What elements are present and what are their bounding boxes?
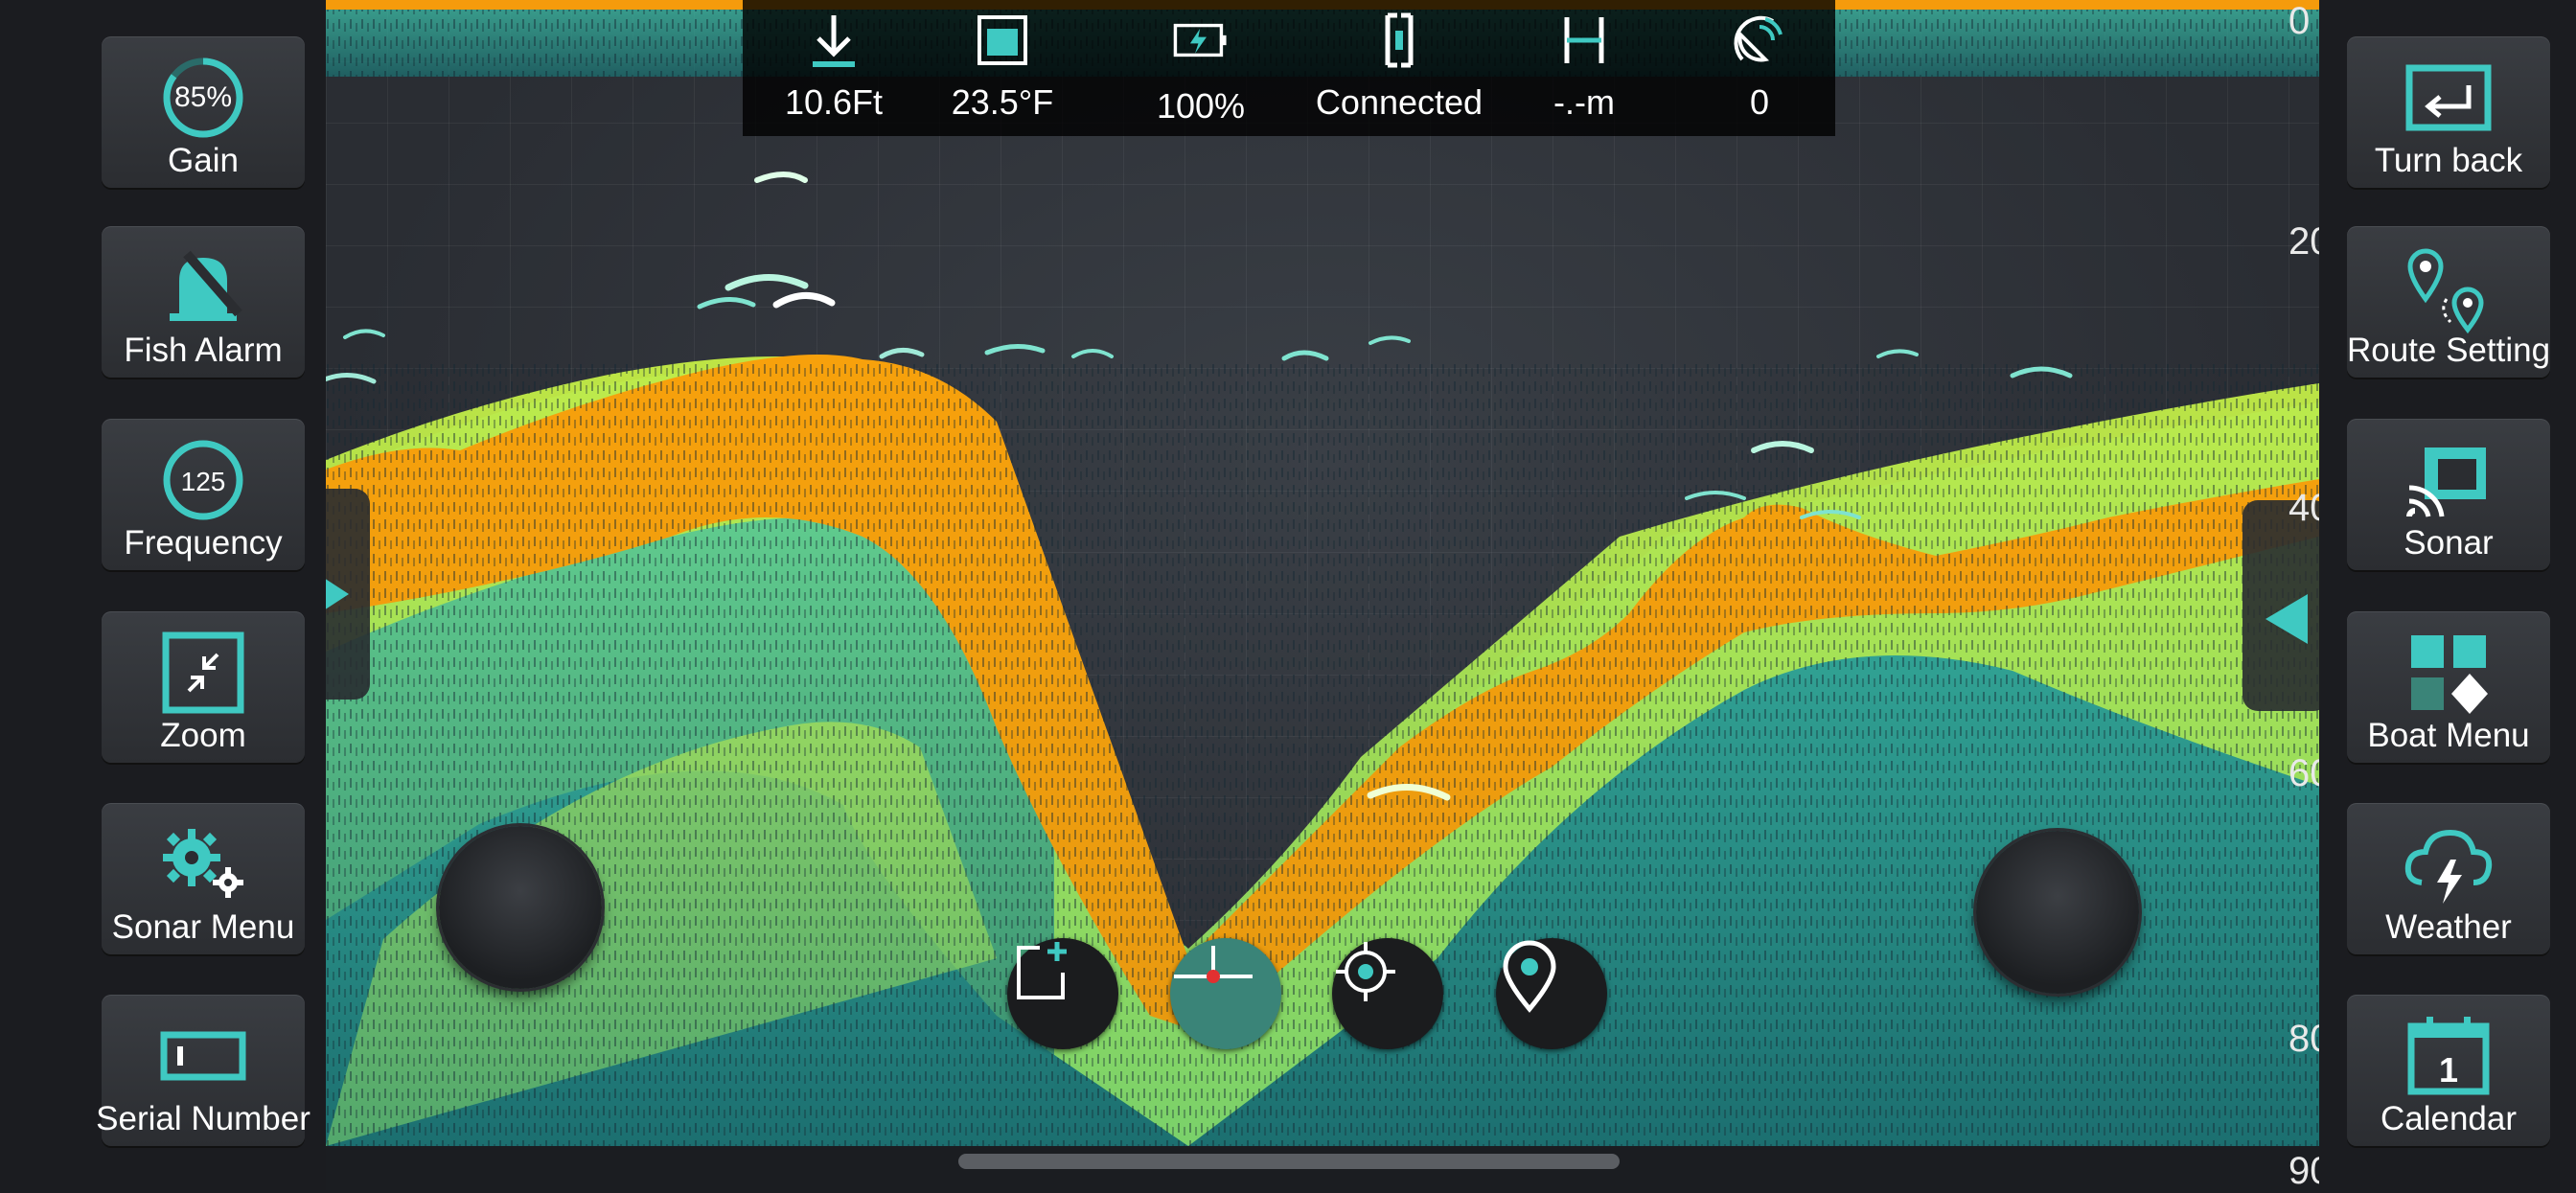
left-panel: 85% Gain Fish Alarm 125 Frequency Zoom S… (0, 0, 326, 1190)
height-status: -.-m (1493, 0, 1675, 136)
temperature-status: 23.5°F (911, 0, 1093, 136)
svg-text:85%: 85% (174, 81, 232, 113)
battery-value: 100% (1156, 86, 1246, 126)
serial-number-button[interactable]: Serial Number (96, 995, 310, 1146)
zoom-button[interactable]: Zoom (102, 611, 305, 763)
boat-menu-label: Boat Menu (2367, 717, 2530, 754)
home-indicator[interactable] (958, 1154, 1620, 1169)
weather-button[interactable]: Weather (2347, 803, 2550, 954)
crosshair-icon (1336, 942, 1395, 1001)
depth-arrow-icon (813, 15, 855, 67)
serial-number-label: Serial Number (96, 1100, 310, 1137)
map-pin-button[interactable] (1496, 938, 1607, 1049)
right-joystick[interactable] (1976, 831, 2139, 994)
connection-status: Connected (1308, 0, 1490, 136)
horizon-button[interactable] (1170, 938, 1281, 1049)
add-note-icon (1017, 942, 1067, 999)
sonar-button[interactable]: Sonar (2347, 419, 2550, 570)
svg-text:1: 1 (2439, 1050, 2458, 1090)
calendar-icon: 1 (2401, 1008, 2496, 1104)
height-icon (1564, 17, 1604, 63)
gain-button[interactable]: 85% Gain (102, 36, 305, 188)
battery-charging-icon (1173, 23, 1227, 57)
depth-scale-0: 0 (2288, 0, 2311, 42)
cast-sonar-icon (2401, 432, 2496, 528)
battery-status: 100% (1110, 0, 1292, 136)
height-value: -.-m (1553, 82, 1615, 122)
locate-button[interactable] (1332, 938, 1443, 1049)
map-pin-icon (1503, 940, 1556, 1013)
route-setting-label: Route Setting (2346, 332, 2551, 369)
boat-menu-button[interactable]: Boat Menu (2347, 611, 2550, 763)
depth-status: 10.6Ft (743, 0, 925, 136)
zoom-label: Zoom (160, 717, 246, 754)
sonar-display[interactable] (326, 0, 2319, 1146)
temperature-icon (978, 15, 1027, 65)
left-joystick[interactable] (439, 826, 602, 989)
gears-icon (155, 816, 251, 912)
calendar-button[interactable]: 1 Calendar (2347, 995, 2550, 1146)
sonar-label: Sonar (2404, 524, 2494, 562)
horizon-icon (1174, 946, 1253, 983)
gain-label: Gain (168, 142, 239, 179)
fish-alarm-button[interactable]: Fish Alarm (102, 226, 305, 378)
expand-right-panel-button[interactable] (2242, 500, 2319, 711)
route-setting-button[interactable]: Route Setting (2347, 226, 2550, 378)
grid-diamond-icon (2401, 625, 2496, 721)
connection-icon (1385, 12, 1414, 68)
satellite-icon (1734, 15, 1782, 62)
expand-left-panel-button[interactable] (326, 489, 370, 700)
depth-value: 10.6Ft (784, 82, 884, 122)
right-panel: Turn back Route Setting Sonar Boat Menu … (2319, 0, 2576, 1190)
frequency-icon: 125 (155, 432, 251, 528)
temperature-value: 23.5°F (951, 82, 1054, 122)
triangle-left-icon (2266, 594, 2308, 644)
svg-text:125: 125 (181, 467, 226, 496)
triangle-right-icon (326, 579, 349, 609)
calendar-label: Calendar (2380, 1100, 2518, 1137)
frequency-button[interactable]: 125 Frequency (102, 419, 305, 570)
weather-label: Weather (2385, 908, 2512, 946)
gain-gauge-icon: 85% (155, 50, 251, 146)
frequency-label: Frequency (124, 524, 283, 562)
status-bar: 10.6Ft 23.5°F 100% Connected -.-m 0 (743, 0, 1835, 136)
connection-value: Connected (1315, 82, 1484, 122)
cloud-lightning-icon (2401, 816, 2496, 912)
sonar-menu-label: Sonar Menu (111, 908, 295, 946)
serial-number-icon (155, 1008, 251, 1104)
route-pins-icon (2401, 240, 2496, 335)
turn-back-button[interactable]: Turn back (2347, 36, 2550, 188)
fish-alarm-label: Fish Alarm (124, 332, 283, 369)
satellite-status: 0 (1668, 0, 1851, 136)
fish-alarm-bell-off-icon (155, 240, 251, 335)
sonar-menu-button[interactable]: Sonar Menu (102, 803, 305, 954)
turn-back-icon (2401, 50, 2496, 146)
turn-back-label: Turn back (2374, 142, 2523, 179)
add-waypoint-button[interactable] (1007, 938, 1118, 1049)
satellite-value: 0 (1749, 82, 1770, 122)
zoom-icon (155, 625, 251, 721)
